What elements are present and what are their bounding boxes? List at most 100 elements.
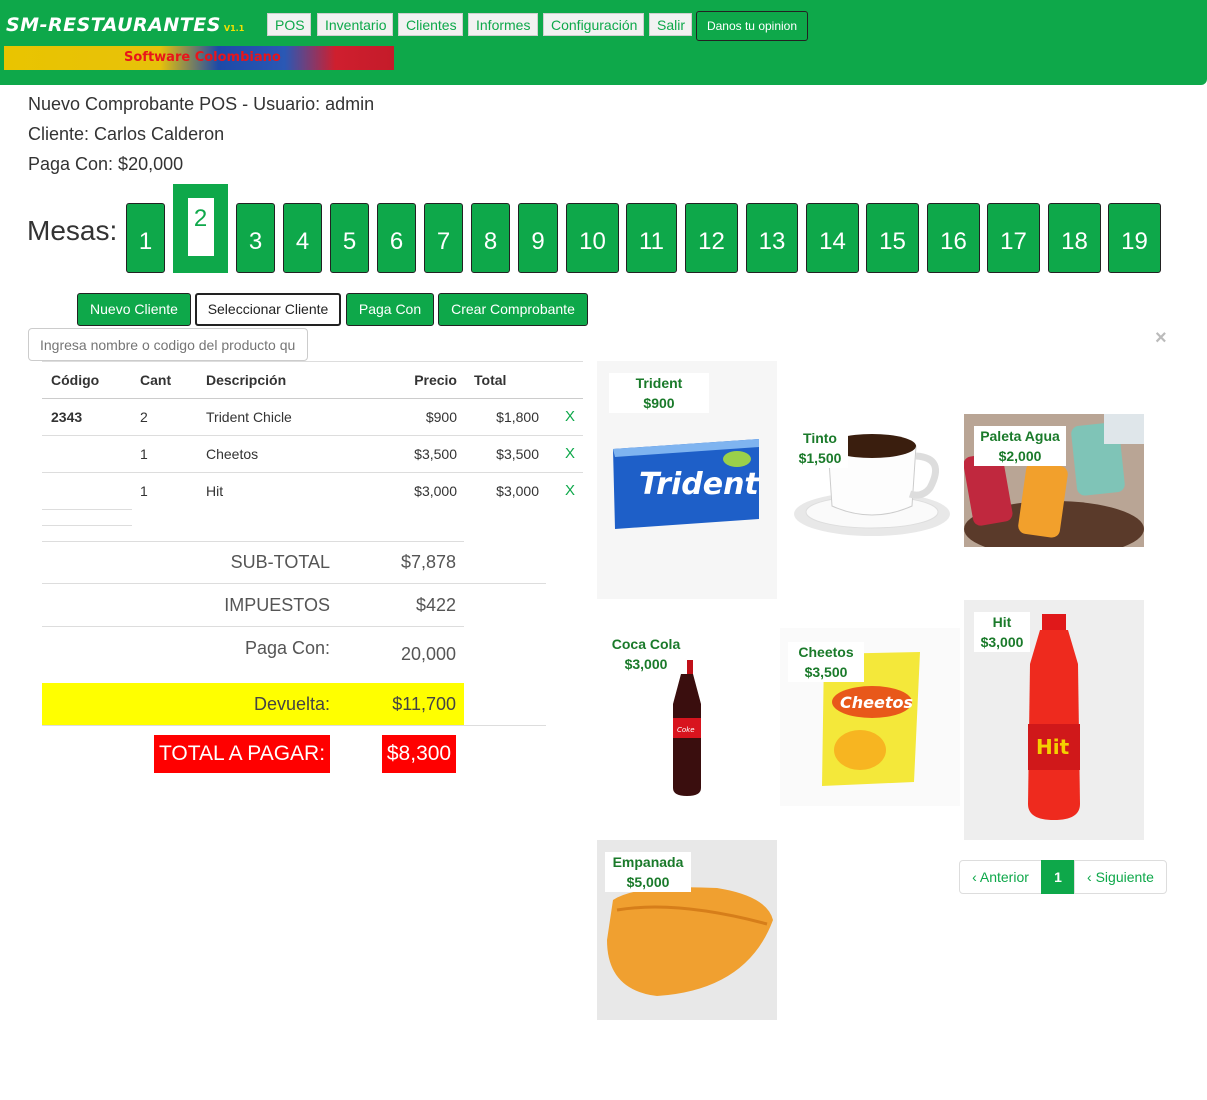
mesa-button-14[interactable]: 14 xyxy=(806,203,859,273)
pagination-page-1[interactable]: 1 xyxy=(1041,860,1075,894)
devuelta-row: Devuelta: $11,700 xyxy=(42,683,464,725)
crear-comprobante-button[interactable]: Crear Comprobante xyxy=(438,293,588,326)
pagination-next-button[interactable]: ‹ Siguiente xyxy=(1074,860,1167,894)
mesa-button-15[interactable]: 15 xyxy=(866,203,919,273)
row-codigo: 2343 xyxy=(51,409,83,425)
paga-con-button[interactable]: Paga Con xyxy=(346,293,434,326)
row-divider xyxy=(42,472,583,473)
nuevo-cliente-button[interactable]: Nuevo Cliente xyxy=(77,293,191,326)
devuelta-value: $11,700 xyxy=(392,694,456,714)
svg-text:Coke: Coke xyxy=(677,726,695,734)
nav-pos-button[interactable]: POS xyxy=(267,13,311,36)
banner-text: Software Colombiano xyxy=(124,50,281,65)
mesa-button-9[interactable]: 9 xyxy=(518,203,558,273)
nav-clientes-button[interactable]: Clientes xyxy=(398,13,463,36)
paga-con-summary-label: Paga Con: xyxy=(244,638,330,658)
top-navbar: SM-RESTAURANTES V1.1 Software Colombiano … xyxy=(0,0,1207,85)
subtotal-value: $7,878 xyxy=(400,552,456,572)
table-header-border xyxy=(42,398,583,399)
close-icon[interactable]: × xyxy=(1155,327,1167,350)
app-logo[interactable]: SM-RESTAURANTES V1.1 xyxy=(6,14,244,36)
product-card-hit[interactable]: Hit Hit $3,000 xyxy=(964,600,1144,840)
mesa-button-8[interactable]: 8 xyxy=(471,203,510,273)
software-colombiano-banner: Software Colombiano xyxy=(4,46,394,70)
svg-text:Trident: Trident xyxy=(639,467,760,502)
mesa-button-6[interactable]: 6 xyxy=(377,203,416,273)
devuelta-label: Devuelta: xyxy=(253,694,330,714)
mesa-button-4[interactable]: 4 xyxy=(283,203,322,273)
mesa-button-12[interactable]: 12 xyxy=(685,203,738,273)
row-total: $3,500 xyxy=(496,446,539,462)
total-a-pagar-value: $8,300 xyxy=(382,735,456,773)
row-precio: $3,500 xyxy=(414,446,457,462)
row-precio: $3,000 xyxy=(414,483,457,499)
product-name: Coca Cola xyxy=(605,634,687,654)
row-descripcion: Hit xyxy=(206,483,224,499)
mesa-button-10[interactable]: 10 xyxy=(566,203,619,273)
product-price: $3,500 xyxy=(788,662,864,682)
row-divider xyxy=(42,509,132,510)
mesa-button-2-label: 2 xyxy=(187,198,214,256)
app-version: V1.1 xyxy=(223,24,245,33)
chewing-gum-image: Trident xyxy=(613,439,760,529)
opinion-button[interactable]: Danos tu opinion xyxy=(696,11,808,41)
mesa-button-19[interactable]: 19 xyxy=(1108,203,1161,273)
product-name: Empanada xyxy=(605,852,691,872)
product-card-paleta-agua[interactable]: Paleta Agua $2,000 xyxy=(964,414,1144,547)
remove-item-button[interactable]: X xyxy=(565,482,575,499)
mesa-button-11[interactable]: 11 xyxy=(626,203,677,273)
product-card-empanada[interactable]: Empanada $5,000 xyxy=(597,840,777,1020)
mesa-button-2[interactable]: 2 xyxy=(173,184,228,273)
summary-divider xyxy=(42,626,464,627)
table-top-border xyxy=(42,361,583,362)
mesa-button-16[interactable]: 16 xyxy=(927,203,980,273)
product-card-coca-cola[interactable]: Coke Coca Cola $3,000 xyxy=(597,620,777,800)
product-search-input[interactable] xyxy=(28,328,308,361)
row-total: $1,800 xyxy=(496,409,539,425)
summary-top-border xyxy=(42,541,464,542)
row-descripcion: Trident Chicle xyxy=(206,409,292,425)
product-name: Hit xyxy=(974,612,1030,632)
nav-salir-button[interactable]: Salir xyxy=(649,13,692,36)
row-descripcion: Cheetos xyxy=(206,446,259,462)
paga-con-label: Paga Con: $20,000 xyxy=(28,154,184,174)
total-a-pagar-label: TOTAL A PAGAR: xyxy=(154,735,330,773)
remove-item-button[interactable]: X xyxy=(565,445,575,462)
product-price: $900 xyxy=(609,393,709,413)
mesa-button-18[interactable]: 18 xyxy=(1048,203,1101,273)
nav-inventario-button[interactable]: Inventario xyxy=(317,13,393,36)
nav-informes-button[interactable]: Informes xyxy=(468,13,538,36)
mesa-button-7[interactable]: 7 xyxy=(424,203,463,273)
product-price: $1,500 xyxy=(792,448,848,468)
mesa-button-5[interactable]: 5 xyxy=(330,203,369,273)
product-price: $3,000 xyxy=(605,654,687,674)
product-price: $3,000 xyxy=(974,632,1030,652)
product-card-tinto[interactable]: Tinto $1,500 xyxy=(780,416,960,544)
product-card-cheetos[interactable]: Cheetos Cheetos $3,500 xyxy=(780,628,960,806)
mesa-button-13[interactable]: 13 xyxy=(746,203,798,273)
row-cant: 1 xyxy=(140,483,148,499)
mesa-button-3[interactable]: 3 xyxy=(236,203,275,273)
row-precio: $900 xyxy=(425,409,457,425)
seleccionar-cliente-button[interactable]: Seleccionar Cliente xyxy=(195,293,341,326)
product-name: Paleta Agua xyxy=(974,426,1066,446)
header-codigo: Código xyxy=(51,372,100,388)
header-precio: Precio xyxy=(414,372,457,388)
row-cant: 2 xyxy=(140,409,148,425)
pagination-prev-button[interactable]: ‹ Anterior xyxy=(959,860,1042,894)
product-card-trident[interactable]: Trident Chicle $900 Trident xyxy=(597,361,777,599)
row-total: $3,000 xyxy=(496,483,539,499)
mesas-label: Mesas: xyxy=(27,215,118,246)
mesa-button-1[interactable]: 1 xyxy=(126,203,165,273)
impuestos-value: $422 xyxy=(415,595,456,615)
product-price: $5,000 xyxy=(605,872,691,892)
row-divider xyxy=(42,525,132,526)
mesa-button-17[interactable]: 17 xyxy=(987,203,1040,273)
header-descripcion: Descripción xyxy=(206,372,287,388)
nav-configuracion-button[interactable]: Configuración xyxy=(543,13,644,36)
product-name: Cheetos xyxy=(788,642,864,662)
summary-divider xyxy=(42,725,546,726)
impuestos-label: IMPUESTOS xyxy=(224,595,330,615)
summary-divider xyxy=(42,583,546,584)
remove-item-button[interactable]: X xyxy=(565,408,575,425)
